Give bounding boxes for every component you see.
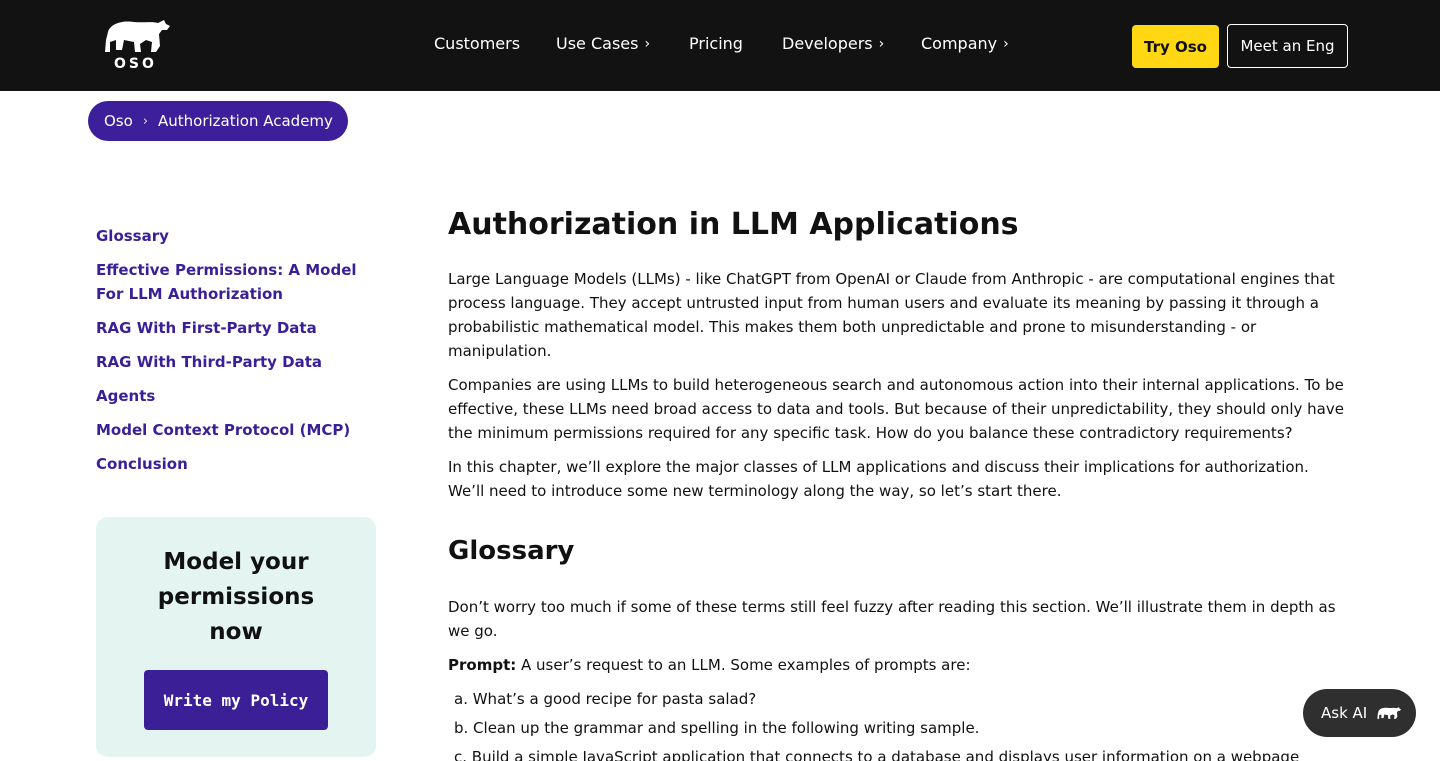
chevron-right-icon: › xyxy=(878,36,885,52)
top-navigation-bar: OSO Customers Use Cases › Pricing Develo… xyxy=(0,0,1440,91)
table-of-contents: Glossary Effective Permissions: A Model … xyxy=(96,224,386,486)
nav-use-cases-label: Use Cases xyxy=(556,34,639,53)
prompt-definition-text: A user’s request to an LLM. Some example… xyxy=(516,656,971,674)
article: Authorization in LLM Applications Large … xyxy=(448,205,1348,761)
page-title: Authorization in LLM Applications xyxy=(448,207,1019,242)
chevron-right-icon: › xyxy=(644,36,651,52)
toc-item-conclusion[interactable]: Conclusion xyxy=(96,452,386,476)
toc-item-agents[interactable]: Agents xyxy=(96,384,386,408)
oso-logo[interactable]: OSO xyxy=(104,18,170,74)
prompt-definition: Prompt: A user’s request to an LLM. Some… xyxy=(448,653,1348,677)
cta-title-line-2: permissions xyxy=(157,584,315,610)
nav-pricing[interactable]: Pricing xyxy=(689,34,743,53)
chevron-right-icon: › xyxy=(1003,36,1009,52)
nav-use-cases[interactable]: Use Cases › xyxy=(556,34,650,53)
nav-pricing-label: Pricing xyxy=(689,34,743,53)
list-item: b. Clean up the grammar and spelling in … xyxy=(454,719,980,737)
breadcrumb-oso[interactable]: Oso xyxy=(104,112,133,130)
glossary-heading: Glossary xyxy=(448,536,575,566)
toc-item-rag-first-party[interactable]: RAG With First-Party Data xyxy=(96,316,386,340)
try-oso-button[interactable]: Try Oso xyxy=(1132,25,1219,68)
cta-title-line-1: Model your xyxy=(163,549,309,575)
glossary-intro: Don’t worry too much if some of these te… xyxy=(448,598,1336,640)
nav-developers[interactable]: Developers › xyxy=(782,34,884,53)
cta-title: Model your permissions now xyxy=(96,545,376,650)
toc-item-rag-third-party[interactable]: RAG With Third-Party Data xyxy=(96,350,386,374)
breadcrumb: Oso › Authorization Academy xyxy=(88,101,348,141)
nav-customers-label: Customers xyxy=(434,34,521,53)
nav-company-label: Company xyxy=(921,34,998,53)
toc-item-glossary[interactable]: Glossary xyxy=(96,224,386,248)
ask-ai-button[interactable]: Ask AI xyxy=(1303,689,1416,737)
toc-item-effective-permissions[interactable]: Effective Permissions: A Model For LLM A… xyxy=(96,258,386,306)
nav-company[interactable]: Company › xyxy=(921,34,1009,53)
prompt-examples-list: a. What’s a good recipe for pasta salad?… xyxy=(448,687,1348,761)
toc-item-mcp[interactable]: Model Context Protocol (MCP) xyxy=(96,418,386,442)
logo-text: OSO xyxy=(114,56,157,72)
breadcrumb-authorization-academy[interactable]: Authorization Academy xyxy=(158,112,333,130)
meet-an-eng-button[interactable]: Meet an Eng xyxy=(1227,24,1348,68)
ask-ai-label: Ask AI xyxy=(1321,704,1368,722)
list-item: c. Build a simple JavaScript application… xyxy=(454,748,1300,761)
intro-paragraph-2: Companies are using LLMs to build hetero… xyxy=(448,376,1344,442)
nav-customers[interactable]: Customers xyxy=(434,34,520,53)
chevron-right-icon: › xyxy=(142,113,149,129)
intro-paragraph-3: In this chapter, we’ll explore the major… xyxy=(448,458,1309,500)
write-my-policy-button[interactable]: Write my Policy xyxy=(144,670,328,730)
bear-icon xyxy=(1377,707,1402,719)
list-item: a. What’s a good recipe for pasta salad? xyxy=(454,690,757,708)
bear-icon xyxy=(105,20,170,52)
nav-developers-label: Developers xyxy=(782,34,873,53)
cta-title-line-3: now xyxy=(209,619,263,645)
prompt-term: Prompt: xyxy=(448,656,517,674)
cta-card: Model your permissions now Write my Poli… xyxy=(96,517,376,757)
intro-paragraph-1: Large Language Models (LLMs) - like Chat… xyxy=(448,270,1335,360)
